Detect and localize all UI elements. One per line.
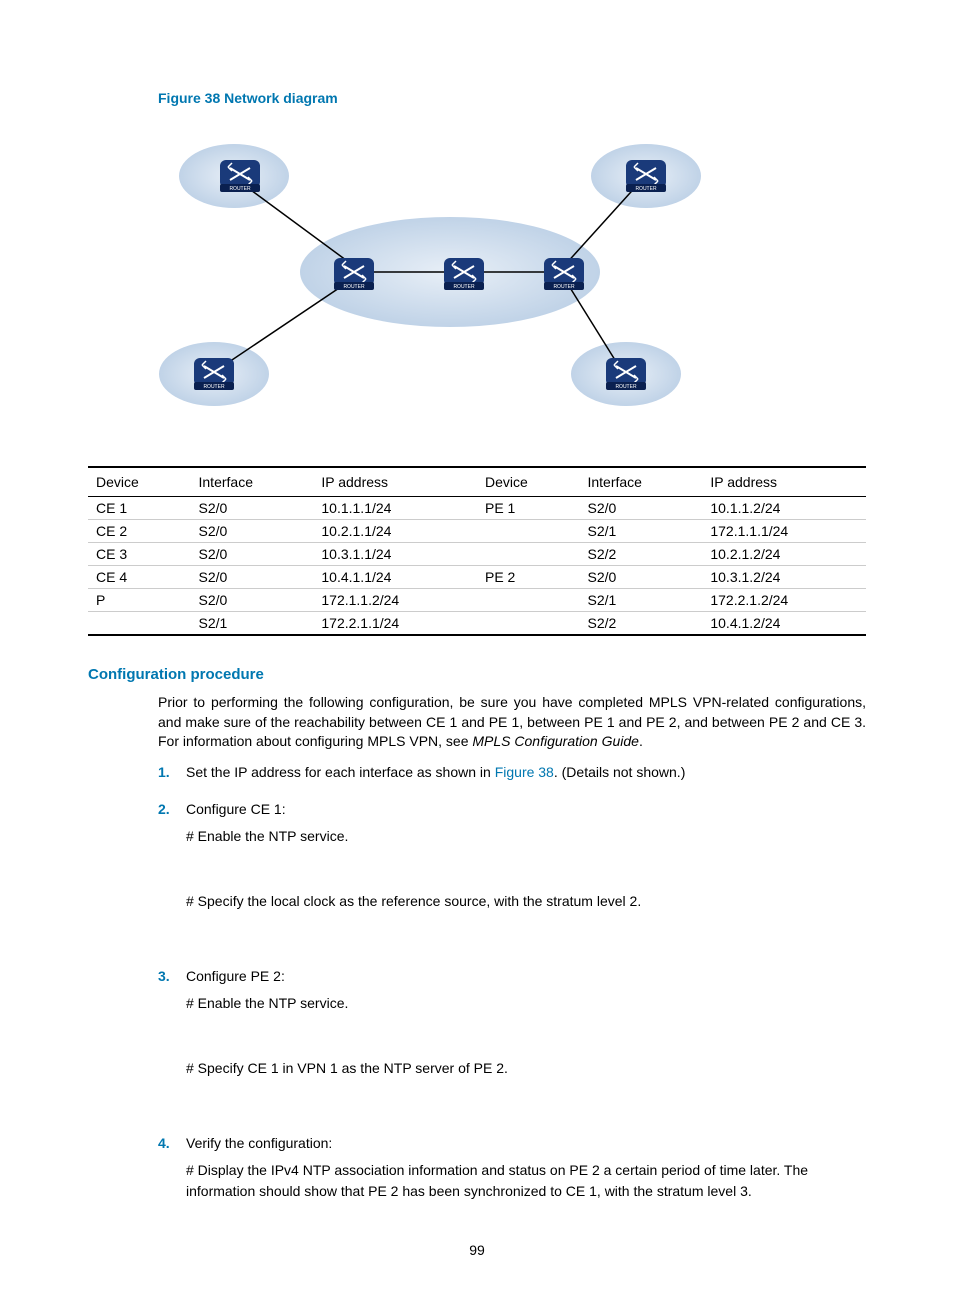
step-2: Configure CE 1: # Enable the NTP service… bbox=[158, 799, 866, 950]
step-4: Verify the configuration: # Display the … bbox=[158, 1133, 866, 1202]
page-number: 99 bbox=[88, 1242, 866, 1258]
step-1: Set the IP address for each interface as… bbox=[158, 762, 866, 783]
th-iface2: Interface bbox=[579, 467, 702, 497]
step-1-pre: Set the IP address for each interface as… bbox=[186, 764, 495, 780]
step-3-head: Configure PE 2: bbox=[186, 968, 285, 984]
figure-title: Figure 38 Network diagram bbox=[158, 90, 866, 106]
step-3: Configure PE 2: # Enable the NTP service… bbox=[158, 966, 866, 1117]
intro-paragraph: Prior to performing the following config… bbox=[158, 693, 866, 752]
router-icon bbox=[334, 258, 374, 290]
section-heading: Configuration procedure bbox=[88, 666, 866, 683]
router-icon bbox=[194, 358, 234, 390]
table-row: CE 4 S2/0 10.4.1.1/24 PE 2 S2/0 10.3.1.2… bbox=[88, 566, 866, 589]
router-icon bbox=[606, 358, 646, 390]
table-row: CE 3 S2/0 10.3.1.1/24 S2/2 10.2.1.2/24 bbox=[88, 543, 866, 566]
step-4-a: # Display the IPv4 NTP association infor… bbox=[186, 1160, 866, 1202]
router-icon bbox=[626, 160, 666, 192]
table-row: S2/1 172.2.1.1/24 S2/2 10.4.1.2/24 bbox=[88, 612, 866, 636]
network-diagram: ROUTER bbox=[158, 126, 866, 436]
intro-italic: MPLS Configuration Guide bbox=[472, 733, 639, 749]
th-iface: Interface bbox=[191, 467, 314, 497]
step-3-b: # Specify CE 1 in VPN 1 as the NTP serve… bbox=[186, 1058, 866, 1079]
table-row: CE 2 S2/0 10.2.1.1/24 S2/1 172.1.1.1/24 bbox=[88, 520, 866, 543]
th-ip: IP address bbox=[313, 467, 477, 497]
table-row: CE 1 S2/0 10.1.1.1/24 PE 1 S2/0 10.1.1.2… bbox=[88, 497, 866, 520]
th-device2: Device bbox=[477, 467, 580, 497]
th-device: Device bbox=[88, 467, 191, 497]
device-table: Device Interface IP address Device Inter… bbox=[88, 466, 866, 636]
router-icon bbox=[544, 258, 584, 290]
table-header-row: Device Interface IP address Device Inter… bbox=[88, 467, 866, 497]
step-1-post: . (Details not shown.) bbox=[554, 764, 686, 780]
table-row: P S2/0 172.1.1.2/24 S2/1 172.2.1.2/24 bbox=[88, 589, 866, 612]
router-icon bbox=[444, 258, 484, 290]
step-2-head: Configure CE 1: bbox=[186, 801, 286, 817]
figure-ref[interactable]: Figure 38 bbox=[495, 764, 554, 780]
step-2-a: # Enable the NTP service. bbox=[186, 826, 866, 847]
step-2-b: # Specify the local clock as the referen… bbox=[186, 891, 866, 912]
step-4-head: Verify the configuration: bbox=[186, 1135, 332, 1151]
th-ip2: IP address bbox=[702, 467, 866, 497]
intro-tail: . bbox=[639, 733, 643, 749]
router-icon bbox=[220, 160, 260, 192]
step-3-a: # Enable the NTP service. bbox=[186, 993, 866, 1014]
